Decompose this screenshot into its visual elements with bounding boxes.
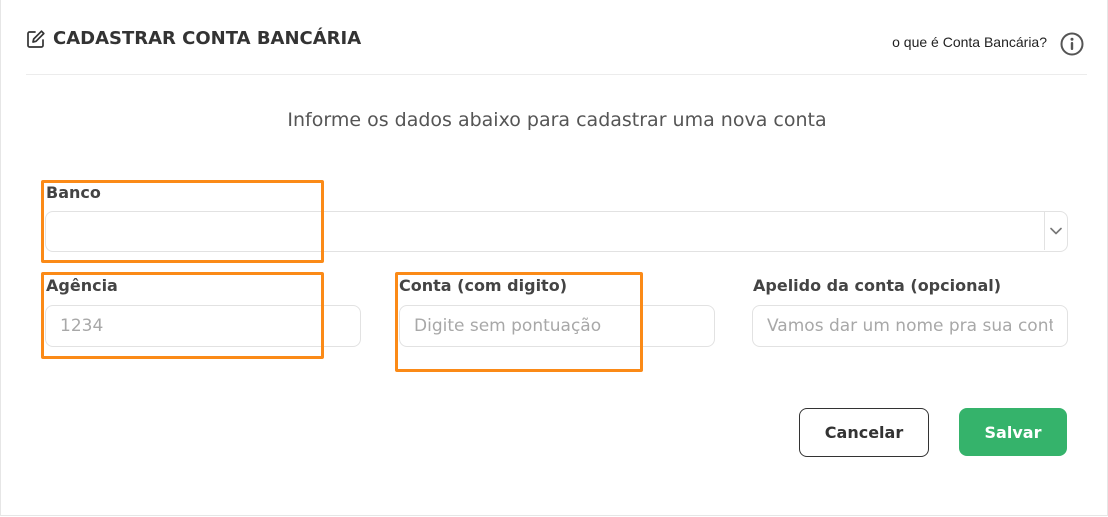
- chevron-down-icon: [1050, 227, 1062, 235]
- modal-header: CADASTRAR CONTA BANCÁRIA o que é Conta B…: [26, 28, 1087, 75]
- info-icon[interactable]: [1060, 32, 1084, 56]
- agencia-label: Agência: [46, 276, 118, 295]
- banco-select-toggle[interactable]: [1044, 212, 1067, 250]
- cancel-button[interactable]: Cancelar: [799, 408, 929, 457]
- help-link[interactable]: o que é Conta Bancária?: [892, 34, 1047, 50]
- modal-title: CADASTRAR CONTA BANCÁRIA: [26, 28, 361, 49]
- banco-select[interactable]: [45, 211, 1068, 252]
- form-subtitle: Informe os dados abaixo para cadastrar u…: [287, 109, 827, 131]
- save-button[interactable]: Salvar: [959, 408, 1067, 456]
- conta-label: Conta (com digito): [399, 276, 567, 295]
- apelido-input[interactable]: [752, 305, 1068, 347]
- bank-account-modal: CADASTRAR CONTA BANCÁRIA o que é Conta B…: [0, 0, 1108, 516]
- agencia-input[interactable]: [45, 305, 361, 347]
- apelido-label: Apelido da conta (opcional): [753, 276, 1002, 295]
- edit-icon: [27, 29, 45, 48]
- modal-title-text: CADASTRAR CONTA BANCÁRIA: [53, 28, 362, 49]
- conta-input[interactable]: [399, 305, 715, 347]
- banco-label: Banco: [46, 183, 101, 202]
